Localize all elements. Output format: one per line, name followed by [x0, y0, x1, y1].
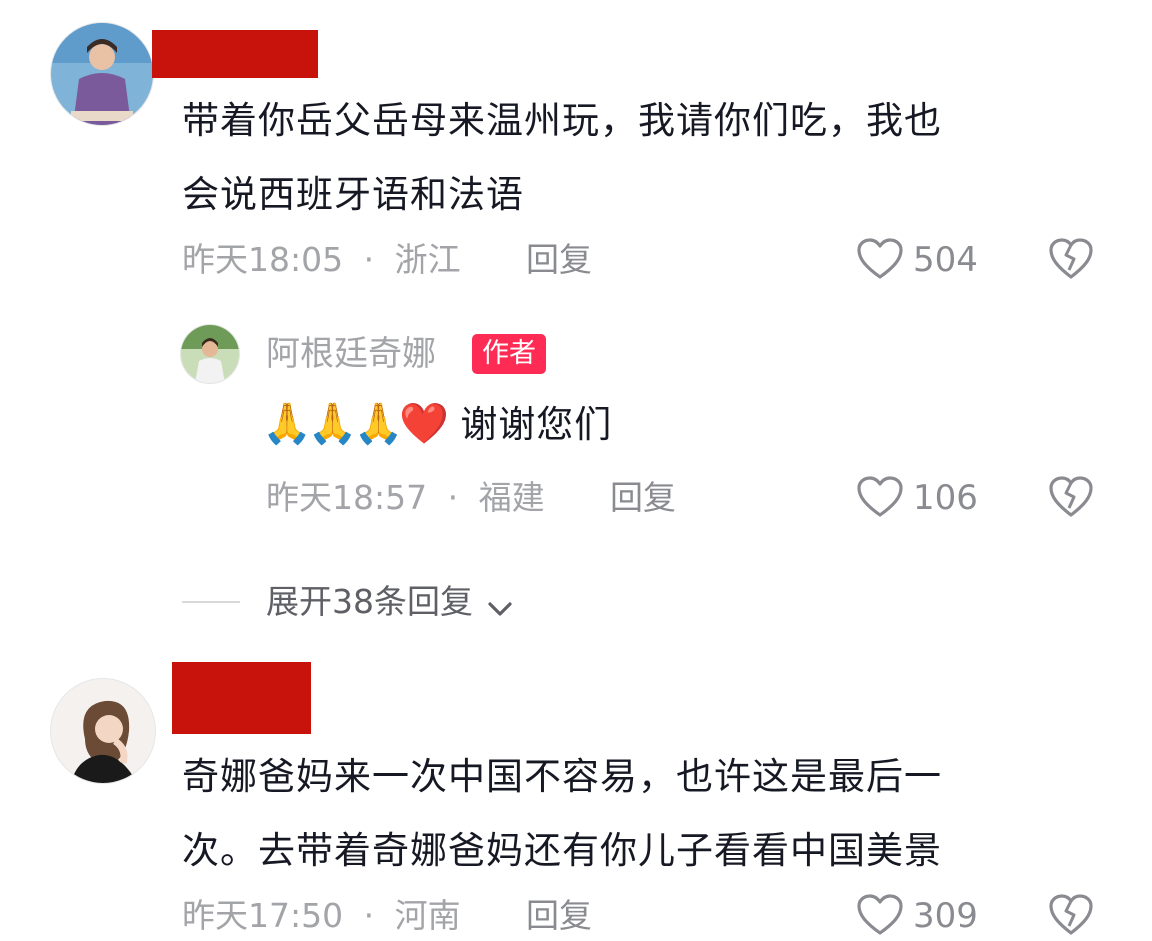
chevron-down-icon: [486, 599, 514, 619]
comment-item: 带着你岳父岳母来温州玩，我请你们吃，我也 会说西班牙语和法语 昨天18:05 ·…: [0, 0, 1152, 300]
reply-button[interactable]: 回复: [526, 896, 592, 936]
broken-heart-icon[interactable]: [1048, 475, 1094, 519]
comment-text-line: 奇娜爸妈来一次中国不容易，也许这是最后一: [182, 755, 942, 798]
reply-emojis: 🙏🙏🙏❤️: [262, 401, 449, 447]
comment-location: 浙江: [394, 240, 461, 279]
reply-time: 昨天18:57: [266, 478, 428, 517]
comment-text: 奇娜爸妈来一次中国不容易，也许这是最后一 次。去带着奇娜爸妈还有你儿子看看中国美…: [182, 740, 942, 888]
reply-username[interactable]: 阿根廷奇娜: [266, 334, 436, 374]
heart-outline-icon[interactable]: [856, 893, 904, 937]
like-count: 106: [913, 478, 978, 518]
redacted-username: [172, 662, 311, 734]
comment-location: 河南: [394, 896, 461, 935]
comment-text-line: 次。去带着奇娜爸妈还有你儿子看看中国美景: [182, 829, 942, 872]
comment-text-line: 带着你岳父岳母来温州玩，我请你们吃，我也: [182, 99, 942, 142]
comment-time: 昨天18:05: [182, 240, 344, 279]
redacted-username: [152, 30, 318, 78]
reply-text: 🙏🙏🙏❤️ 谢谢您们: [262, 392, 612, 457]
avatar[interactable]: [180, 324, 240, 384]
meta-separator: ·: [447, 478, 459, 517]
reply-button[interactable]: 回复: [526, 240, 592, 280]
reply-button[interactable]: 回复: [610, 478, 676, 518]
like-count: 309: [913, 896, 978, 936]
heart-outline-icon[interactable]: [856, 237, 904, 281]
expand-divider: [182, 601, 240, 603]
reply-text-content: 谢谢您们: [460, 403, 613, 446]
reply-item: 阿根廷奇娜 作者 🙏🙏🙏❤️ 谢谢您们 昨天18:57 · 福建 回复 106: [0, 310, 1152, 540]
reply-meta: 昨天18:57 · 福建: [266, 478, 545, 518]
broken-heart-icon[interactable]: [1048, 893, 1094, 937]
heart-outline-icon[interactable]: [856, 475, 904, 519]
meta-separator: ·: [363, 896, 375, 935]
like-count: 504: [913, 240, 978, 280]
broken-heart-icon[interactable]: [1048, 237, 1094, 281]
avatar[interactable]: [50, 678, 156, 784]
comment-text: 带着你岳父岳母来温州玩，我请你们吃，我也 会说西班牙语和法语: [182, 84, 942, 232]
author-badge: 作者: [472, 334, 546, 374]
avatar[interactable]: [50, 22, 154, 126]
comment-meta: 昨天17:50 · 河南: [182, 896, 461, 936]
meta-separator: ·: [363, 240, 375, 279]
comment-meta: 昨天18:05 · 浙江: [182, 240, 461, 280]
comment-item: 奇娜爸妈来一次中国不容易，也许这是最后一 次。去带着奇娜爸妈还有你儿子看看中国美…: [0, 660, 1152, 941]
comment-text-line: 会说西班牙语和法语: [182, 173, 524, 216]
comment-time: 昨天17:50: [182, 896, 344, 935]
reply-location: 福建: [478, 478, 545, 517]
expand-replies-button[interactable]: 展开38条回复: [266, 582, 514, 622]
expand-replies-label: 展开38条回复: [266, 582, 473, 621]
